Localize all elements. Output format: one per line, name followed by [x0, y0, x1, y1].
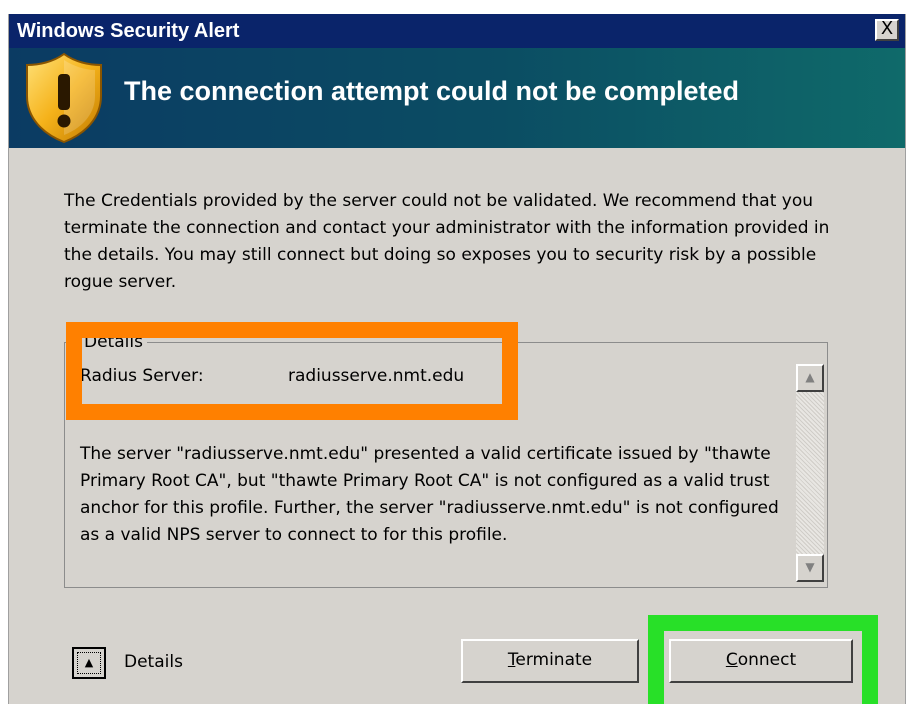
orange-highlight-box — [66, 322, 518, 420]
details-toggle-label: Details — [124, 652, 183, 672]
certificate-details-text: The server "radiusserve.nmt.edu" present… — [80, 444, 779, 545]
terminate-label: erminate — [515, 650, 593, 670]
terminate-button[interactable]: Terminate — [461, 639, 639, 683]
close-icon: X — [880, 18, 894, 39]
green-highlight-box — [648, 615, 878, 704]
warning-shield-icon — [26, 52, 102, 144]
scroll-down-button[interactable]: ▼ — [796, 554, 824, 582]
close-button[interactable]: X — [875, 19, 899, 41]
alert-message: The Credentials provided by the server c… — [64, 191, 830, 292]
alert-banner: The connection attempt could not be comp… — [9, 48, 905, 148]
collapse-arrow-icon: ▲ — [77, 652, 101, 674]
banner-heading: The connection attempt could not be comp… — [124, 76, 740, 106]
title-bar[interactable]: Windows Security Alert X — [9, 14, 905, 48]
details-toggle-button[interactable]: ▲ — [72, 647, 106, 679]
window-title: Windows Security Alert — [17, 20, 240, 42]
arrow-up-icon: ▲ — [805, 370, 815, 384]
details-scrollbar[interactable]: ▲ ▼ — [796, 364, 824, 582]
arrow-down-icon: ▼ — [805, 560, 815, 574]
scroll-up-button[interactable]: ▲ — [796, 364, 824, 392]
